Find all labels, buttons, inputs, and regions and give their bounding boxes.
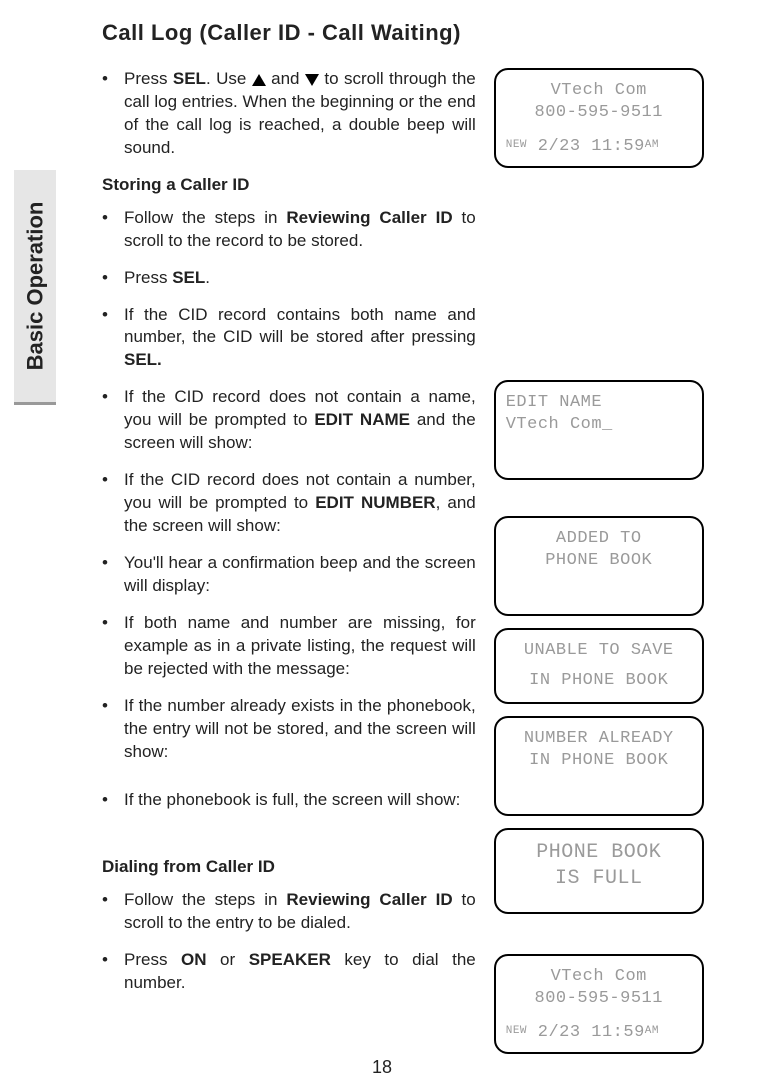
text-bold: EDIT NUMBER (315, 493, 435, 512)
lcd-ampm: AM (645, 1024, 659, 1038)
lcd-line: VTech Com_ (504, 414, 694, 436)
lcd-line: ADDED TO (504, 528, 694, 550)
lcd-caller-id-bottom: VTech Com 800-595-9511 NEW 2/23 11:59AM (494, 954, 704, 1054)
text-frag: Press (124, 69, 173, 88)
lcd-line: IS FULL (504, 866, 694, 892)
text-frag: If the CID record contains both name and… (124, 305, 476, 347)
lcd-new-tag: NEW (506, 138, 527, 152)
section-tab-label: Basic Operation (22, 202, 48, 371)
spacer (494, 180, 716, 380)
bullet-list-intro: Press SEL. Use and to scroll through the… (102, 68, 476, 160)
content-row: Press SEL. Use and to scroll through the… (102, 68, 716, 1066)
heading-dialing: Dialing from Caller ID (102, 856, 476, 879)
arrow-up-icon (252, 74, 266, 86)
lcd-line: NUMBER ALREADY (504, 728, 694, 750)
text-frag: . Use (206, 69, 252, 88)
section-tab-box: Basic Operation (14, 170, 56, 402)
lcd-line: PHONE BOOK (504, 840, 694, 866)
manual-page: Basic Operation Call Log (Caller ID - Ca… (0, 0, 764, 1090)
text-frag: . (205, 268, 210, 287)
lcd-line: 800-595-9511 (504, 988, 694, 1010)
bullet-both-missing: If both name and number are missing, for… (102, 612, 476, 681)
text-frag: Follow the steps in (124, 890, 286, 909)
lcd-bottom-row: NEW 2/23 11:59AM (506, 136, 692, 158)
text-frag: Follow the steps in (124, 208, 286, 227)
lcd-unable: UNABLE TO SAVE IN PHONE BOOK (494, 628, 704, 704)
lcd-line: IN PHONE BOOK (504, 750, 694, 772)
lcd-caller-id-top: VTech Com 800-595-9511 NEW 2/23 11:59AM (494, 68, 704, 168)
lcd-edit-name: EDIT NAME VTech Com_ (494, 380, 704, 480)
bullet-press-sel: Press SEL. Use and to scroll through the… (102, 68, 476, 160)
text-bold: Reviewing Caller ID (286, 890, 452, 909)
lcd-line: EDIT NAME (504, 392, 694, 414)
text-bold: SEL (172, 268, 205, 287)
section-tab-rule (14, 402, 56, 405)
lcd-line: 800-595-9511 (504, 102, 694, 124)
bullet-phonebook-full: If the phonebook is full, the screen wil… (102, 789, 476, 812)
bullet-cid-no-name: If the CID record does not contain a nam… (102, 386, 476, 455)
lcd-line: VTech Com (504, 80, 694, 102)
lcd-timestamp: 2/23 11:59 (527, 137, 645, 156)
bullet-already-exists: If the number already exists in the phon… (102, 695, 476, 764)
lcd-line: VTech Com (504, 966, 694, 988)
bullet-list-dialing: Follow the steps in Reviewing Caller ID … (102, 889, 476, 995)
text-frag: or (207, 950, 249, 969)
text-bold: EDIT NAME (314, 410, 410, 429)
text-frag: Press (124, 950, 181, 969)
text-bold: SPEAKER (249, 950, 331, 969)
text-bold: ON (181, 950, 207, 969)
lcd-new-tag: NEW (506, 1024, 527, 1038)
bullet-dial-press: Press ON or SPEAKER key to dial the numb… (102, 949, 476, 995)
screen-column: VTech Com 800-595-9511 NEW 2/23 11:59AM … (494, 68, 716, 1066)
page-title: Call Log (Caller ID - Call Waiting) (102, 20, 716, 46)
text-bold: SEL. (124, 350, 162, 369)
text-frag: and (266, 69, 305, 88)
lcd-line: IN PHONE BOOK (504, 670, 694, 692)
lcd-timestamp: 2/23 11:59 (527, 1023, 645, 1042)
bullet-cid-no-number: If the CID record does not contain a num… (102, 469, 476, 538)
spacer (494, 492, 716, 516)
lcd-added: ADDED TO PHONE BOOK (494, 516, 704, 616)
text-column: Press SEL. Use and to scroll through the… (102, 68, 476, 1066)
text-bold: Reviewing Caller ID (286, 208, 452, 227)
lcd-line: PHONE BOOK (504, 550, 694, 572)
spacer (494, 926, 716, 954)
section-tab: Basic Operation (14, 170, 56, 402)
bullet-list-storing: Follow the steps in Reviewing Caller ID … (102, 207, 476, 813)
lcd-bottom-row: NEW 2/23 11:59AM (506, 1022, 692, 1044)
arrow-down-icon (305, 74, 319, 86)
bullet-confirm-beep: You'll hear a confirmation beep and the … (102, 552, 476, 598)
page-number: 18 (0, 1057, 764, 1078)
bullet-cid-both: If the CID record contains both name and… (102, 304, 476, 373)
heading-storing: Storing a Caller ID (102, 174, 476, 197)
bullet-dial-follow: Follow the steps in Reviewing Caller ID … (102, 889, 476, 935)
lcd-full: PHONE BOOK IS FULL (494, 828, 704, 914)
text-frag: Press (124, 268, 172, 287)
bullet-press-sel-2: Press SEL. (102, 267, 476, 290)
text-bold: SEL (173, 69, 206, 88)
bullet-follow-review: Follow the steps in Reviewing Caller ID … (102, 207, 476, 253)
lcd-number-already: NUMBER ALREADY IN PHONE BOOK (494, 716, 704, 816)
lcd-ampm: AM (645, 138, 659, 152)
lcd-line: UNABLE TO SAVE (504, 640, 694, 662)
